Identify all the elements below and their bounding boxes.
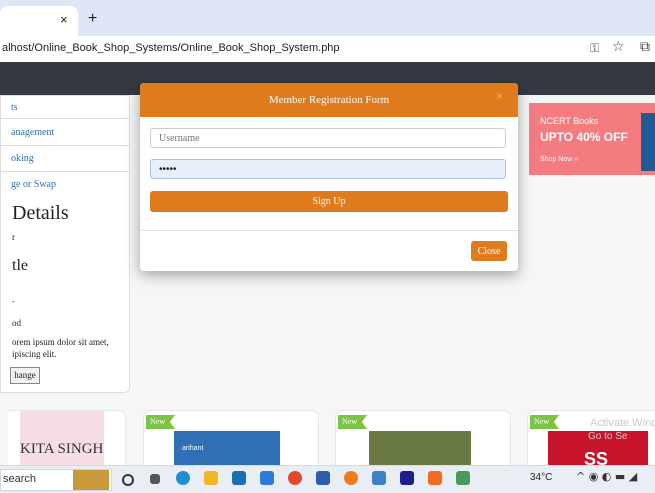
system-tray-icons[interactable]: ^ ◉ ◐ ▬ ◢: [576, 470, 637, 483]
divider: [1, 145, 129, 146]
dash-text: -: [12, 297, 15, 306]
xampp-icon[interactable]: [428, 471, 442, 485]
modal-close-icon[interactable]: ×: [496, 89, 503, 103]
activate-windows-sub: Go to Se: [588, 431, 628, 442]
book-card-4[interactable]: New SS Activate Windows Go to Se: [527, 410, 655, 472]
extension-icon[interactable]: ⧉: [640, 39, 650, 55]
close-button[interactable]: Close: [471, 241, 507, 261]
details-heading: Details: [12, 202, 69, 224]
address-bar[interactable]: alhost/Online_Book_Shop_Systems/Online_B…: [0, 36, 655, 63]
vscode-icon[interactable]: [400, 471, 414, 485]
store-icon[interactable]: [232, 471, 246, 485]
promo-subtitle: NCERT Books: [540, 116, 599, 126]
task-view-icon[interactable]: [150, 474, 160, 484]
lorem-text: orem ipsum dolor sit amet, ipiscing elit…: [12, 337, 109, 359]
modal-title: Member Registration Form: [268, 94, 390, 106]
photos-icon[interactable]: [456, 471, 470, 485]
tab-close-icon[interactable]: ×: [60, 12, 68, 27]
url-text[interactable]: alhost/Online_Book_Shop_Systems/Online_B…: [2, 42, 340, 54]
browser-tab-bar: × +: [0, 0, 655, 36]
edge-icon[interactable]: [176, 471, 190, 485]
password-input[interactable]: [150, 159, 506, 179]
search-highlight-image: [73, 470, 109, 490]
word-icon[interactable]: [316, 471, 330, 485]
new-tab-button[interactable]: +: [88, 10, 97, 28]
promo-banner[interactable]: NCERT Books UPTO 40% OFF Shop Now »: [529, 103, 655, 175]
key-icon[interactable]: ⚿: [590, 41, 599, 56]
book-cover-image: [641, 113, 655, 171]
firefox-icon[interactable]: [344, 471, 358, 485]
activate-windows-watermark: Activate Windows: [590, 417, 655, 429]
sidebar-link-management[interactable]: anagement: [11, 127, 54, 138]
username-input[interactable]: [150, 128, 506, 148]
mail-icon[interactable]: [260, 471, 274, 485]
book-card-1[interactable]: KITA SINGH: [8, 410, 126, 472]
cortana-icon[interactable]: [122, 474, 134, 486]
author-name: KITA SINGH: [20, 441, 104, 457]
details-subtext: r: [12, 232, 15, 242]
od-text: od: [12, 318, 21, 328]
modal-footer-divider: [140, 230, 518, 231]
divider: [1, 118, 129, 119]
modal-header: Member Registration Form ×: [140, 83, 518, 117]
new-badge: New: [146, 415, 176, 429]
search-label: search: [3, 473, 37, 485]
sidebar-link-swap[interactable]: ge or Swap: [11, 179, 56, 190]
file-explorer-icon[interactable]: [204, 471, 218, 485]
change-button[interactable]: hange: [10, 367, 40, 384]
weather-temp[interactable]: 34°C: [530, 472, 552, 483]
promo-headline: UPTO 40% OFF: [540, 130, 628, 144]
divider: [1, 171, 129, 172]
star-icon[interactable]: ☆: [612, 39, 625, 55]
sign-up-button[interactable]: Sign Up: [150, 191, 508, 212]
new-badge: New: [338, 415, 368, 429]
taskbar-search[interactable]: search: [0, 469, 112, 491]
windows-taskbar: search 34°C ^ ◉ ◐ ▬ ◢: [0, 465, 655, 493]
shop-now-link[interactable]: Shop Now »: [540, 156, 578, 163]
sidebar-link-booking[interactable]: oking: [11, 153, 34, 164]
app-icon[interactable]: [372, 471, 386, 485]
book-card-3[interactable]: New: [335, 410, 511, 472]
title-heading: tle: [12, 257, 28, 274]
chrome-icon[interactable]: [288, 471, 302, 485]
sidebar-link-1[interactable]: ts: [11, 102, 18, 113]
registration-modal: Member Registration Form × Sign Up Close: [140, 83, 518, 271]
publisher-logo: arihant: [182, 445, 204, 452]
book-card-2[interactable]: New arihant: [143, 410, 319, 472]
new-badge: New: [530, 415, 560, 429]
